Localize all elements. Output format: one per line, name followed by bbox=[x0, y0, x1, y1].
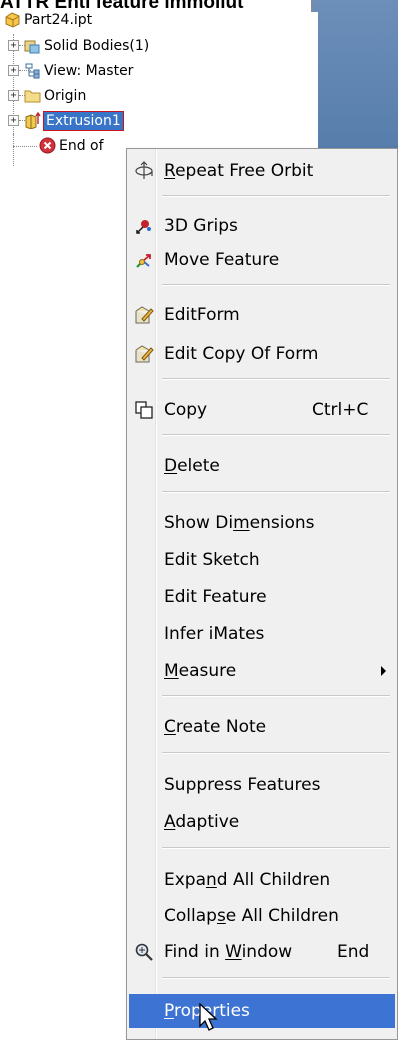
menu-item-label: Measure bbox=[164, 661, 237, 681]
menu-separator bbox=[162, 284, 390, 286]
tree-item-extrusion1[interactable]: + Extrusion1 bbox=[0, 109, 300, 133]
menu-separator bbox=[162, 378, 390, 380]
menu-item-find-in-window[interactable]: Find in Window End bbox=[129, 935, 395, 969]
expand-toggle[interactable]: + bbox=[8, 90, 19, 101]
menu-item-label: Edit Sketch bbox=[164, 550, 260, 570]
orbit-icon bbox=[135, 161, 153, 179]
menu-item-shortcut: Ctrl+C bbox=[312, 400, 369, 420]
tree-item-label: End of bbox=[59, 138, 104, 154]
menu-item-infer-imates[interactable]: Infer iMates bbox=[129, 617, 395, 651]
end-of-part-icon bbox=[39, 137, 56, 154]
expand-toggle[interactable]: + bbox=[8, 115, 19, 126]
tree-root[interactable]: Part24.ipt bbox=[0, 8, 300, 32]
menu-item-adaptive[interactable]: Adaptive bbox=[129, 805, 395, 839]
folder-icon bbox=[24, 90, 41, 103]
menu-item-label: Show Dimensions bbox=[164, 513, 315, 533]
find-in-window-icon bbox=[135, 943, 153, 961]
menu-item-move-feature[interactable]: Move Feature bbox=[129, 243, 395, 277]
menu-item-create-note[interactable]: Create Note bbox=[129, 710, 395, 744]
edit-form-icon bbox=[135, 306, 154, 324]
menu-item-show-dimensions[interactable]: Show Dimensions bbox=[129, 506, 395, 540]
expand-toggle[interactable]: + bbox=[8, 65, 19, 76]
menu-separator bbox=[162, 752, 390, 754]
menu-item-label: Edit Feature bbox=[164, 587, 267, 607]
menu-item-label: Copy bbox=[164, 400, 208, 420]
tree-item-view-master[interactable]: + View: Master bbox=[0, 59, 300, 83]
3d-grips-icon bbox=[136, 220, 151, 234]
tree-item-label: View: Master bbox=[44, 63, 134, 79]
menu-item-properties[interactable]: Properties bbox=[129, 994, 395, 1028]
mouse-cursor-icon bbox=[199, 1003, 218, 1031]
menu-separator bbox=[162, 491, 390, 493]
menu-item-label: Delete bbox=[164, 456, 220, 476]
tree-item-label: Solid Bodies(1) bbox=[44, 38, 150, 54]
tree-item-origin[interactable]: + Origin bbox=[0, 84, 300, 108]
menu-item-label: EditForm bbox=[164, 305, 240, 325]
edit-copy-of-form-icon bbox=[135, 345, 154, 363]
menu-item-label: Find in Window bbox=[164, 942, 293, 962]
menu-item-label: Move Feature bbox=[164, 250, 280, 270]
context-menu: Repeat Free Orbit 3D Grips Move Feature … bbox=[126, 148, 398, 1040]
move-feature-icon bbox=[136, 254, 151, 268]
part-icon bbox=[5, 12, 20, 28]
menu-item-label: Adaptive bbox=[164, 812, 240, 832]
menu-separator bbox=[162, 847, 390, 849]
menu-item-collapse-all-children[interactable]: Collapse All Children bbox=[129, 899, 395, 933]
menu-item-label: Suppress Features bbox=[164, 775, 321, 795]
tree-item-label: Extrusion1 bbox=[43, 111, 124, 131]
expand-toggle[interactable]: + bbox=[8, 40, 19, 51]
menu-item-delete[interactable]: Delete bbox=[129, 449, 395, 483]
menu-item-label: Edit Copy Of Form bbox=[164, 344, 319, 364]
tree-item-solid-bodies[interactable]: + Solid Bodies(1) bbox=[0, 34, 300, 58]
menu-item-edit-sketch[interactable]: Edit Sketch bbox=[129, 543, 395, 577]
menu-item-expand-all-children[interactable]: Expand All Children bbox=[129, 863, 395, 897]
extrusion-icon bbox=[25, 112, 41, 129]
menu-item-label: 3D Grips bbox=[164, 216, 238, 236]
tree-item-label: Origin bbox=[44, 88, 87, 104]
menu-item-label: Create Note bbox=[164, 717, 267, 737]
menu-item-repeat-free-orbit[interactable]: Repeat Free Orbit bbox=[129, 154, 395, 188]
menu-item-edit-feature[interactable]: Edit Feature bbox=[129, 580, 395, 614]
menu-separator bbox=[162, 195, 390, 197]
copy-icon bbox=[135, 401, 153, 419]
solid-bodies-icon bbox=[24, 40, 40, 54]
menu-item-editform[interactable]: EditForm bbox=[129, 298, 395, 332]
tree-root-label: Part24.ipt bbox=[24, 12, 93, 28]
menu-item-copy[interactable]: Copy Ctrl+C bbox=[129, 393, 395, 427]
menu-item-3d-grips[interactable]: 3D Grips bbox=[129, 209, 395, 243]
menu-separator bbox=[162, 434, 390, 436]
menu-item-suppress-features[interactable]: Suppress Features bbox=[129, 768, 395, 802]
menu-item-label: Collapse All Children bbox=[164, 906, 339, 926]
view-icon bbox=[25, 63, 40, 79]
menu-item-measure[interactable]: Measure bbox=[129, 654, 395, 688]
menu-separator bbox=[162, 977, 390, 979]
menu-item-label: Repeat Free Orbit bbox=[164, 161, 314, 181]
menu-item-label: Infer iMates bbox=[164, 624, 265, 644]
menu-separator bbox=[162, 695, 390, 697]
menu-item-label: Expand All Children bbox=[164, 870, 331, 890]
submenu-arrow-icon bbox=[381, 666, 386, 676]
menu-item-edit-copy-of-form[interactable]: Edit Copy Of Form bbox=[129, 337, 395, 371]
menu-item-shortcut: End bbox=[337, 942, 370, 962]
